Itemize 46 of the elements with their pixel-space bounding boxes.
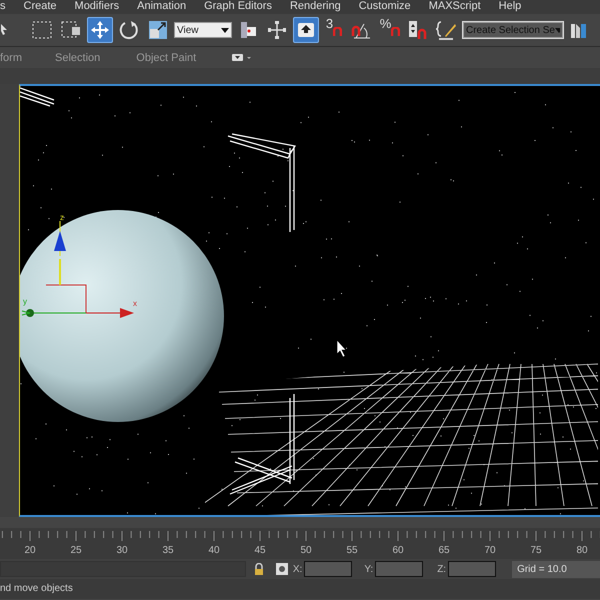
move-icon[interactable] — [87, 17, 113, 43]
mouse-cursor-icon — [336, 339, 347, 358]
coordinate-field[interactable] — [448, 561, 496, 577]
frame-label: 75 — [530, 545, 542, 556]
dropdown[interactable]: View — [174, 22, 232, 38]
magnet-icon — [391, 27, 400, 36]
lock-icon[interactable] — [254, 563, 264, 575]
snap-toggle[interactable]: % — [380, 17, 392, 31]
menu-item[interactable]: MAXScript — [420, 0, 490, 14]
frame-label: 70 — [484, 545, 496, 556]
menu-item[interactable]: Customize — [350, 0, 420, 14]
caret-icon — [221, 28, 229, 32]
coordinate-label: X: — [292, 562, 302, 576]
coordinate-label: Z: — [437, 562, 446, 576]
menu-item[interactable]: Rendering — [280, 0, 350, 14]
menu-item[interactable]: Graph Editors — [195, 0, 281, 14]
frame-label: 60 — [392, 545, 404, 556]
snap-toggle[interactable]: 3 — [326, 17, 334, 31]
frame-label: 55 — [346, 545, 358, 556]
axis-label: x — [133, 299, 137, 308]
status-prompt: nd move objects — [0, 583, 73, 594]
frame-label: 20 — [24, 545, 36, 556]
frame-label: 25 — [70, 545, 82, 556]
caret-icon — [554, 28, 560, 32]
frame-label: 50 — [300, 545, 312, 556]
frame-label: 65 — [438, 545, 450, 556]
keyboard-override-icon[interactable] — [293, 17, 319, 43]
coordinate-field[interactable] — [375, 561, 424, 577]
menu-item[interactable]: Modifiers — [66, 0, 128, 14]
menu-item[interactable]: s — [0, 0, 14, 14]
axis-label: z — [60, 213, 64, 222]
light-wireframe — [20, 87, 55, 107]
frame-label: 35 — [162, 545, 174, 556]
coordinate-field[interactable] — [304, 561, 352, 577]
menu-item[interactable]: Help — [490, 0, 530, 14]
frame-label: 30 — [116, 545, 128, 556]
magnet-icon — [333, 27, 342, 36]
frame-label: 45 — [254, 545, 266, 556]
coordinate-label: Y: — [364, 562, 374, 576]
menu-item[interactable]: Create — [14, 0, 66, 14]
axis-label: y — [23, 297, 27, 306]
frame-label: 80 — [576, 545, 588, 556]
frame-label: 40 — [208, 545, 220, 556]
absolute-mode-icon[interactable] — [276, 563, 288, 575]
grid-size-readout: Grid = 10.0 — [512, 560, 600, 578]
menu-item[interactable]: Animation — [128, 0, 196, 14]
